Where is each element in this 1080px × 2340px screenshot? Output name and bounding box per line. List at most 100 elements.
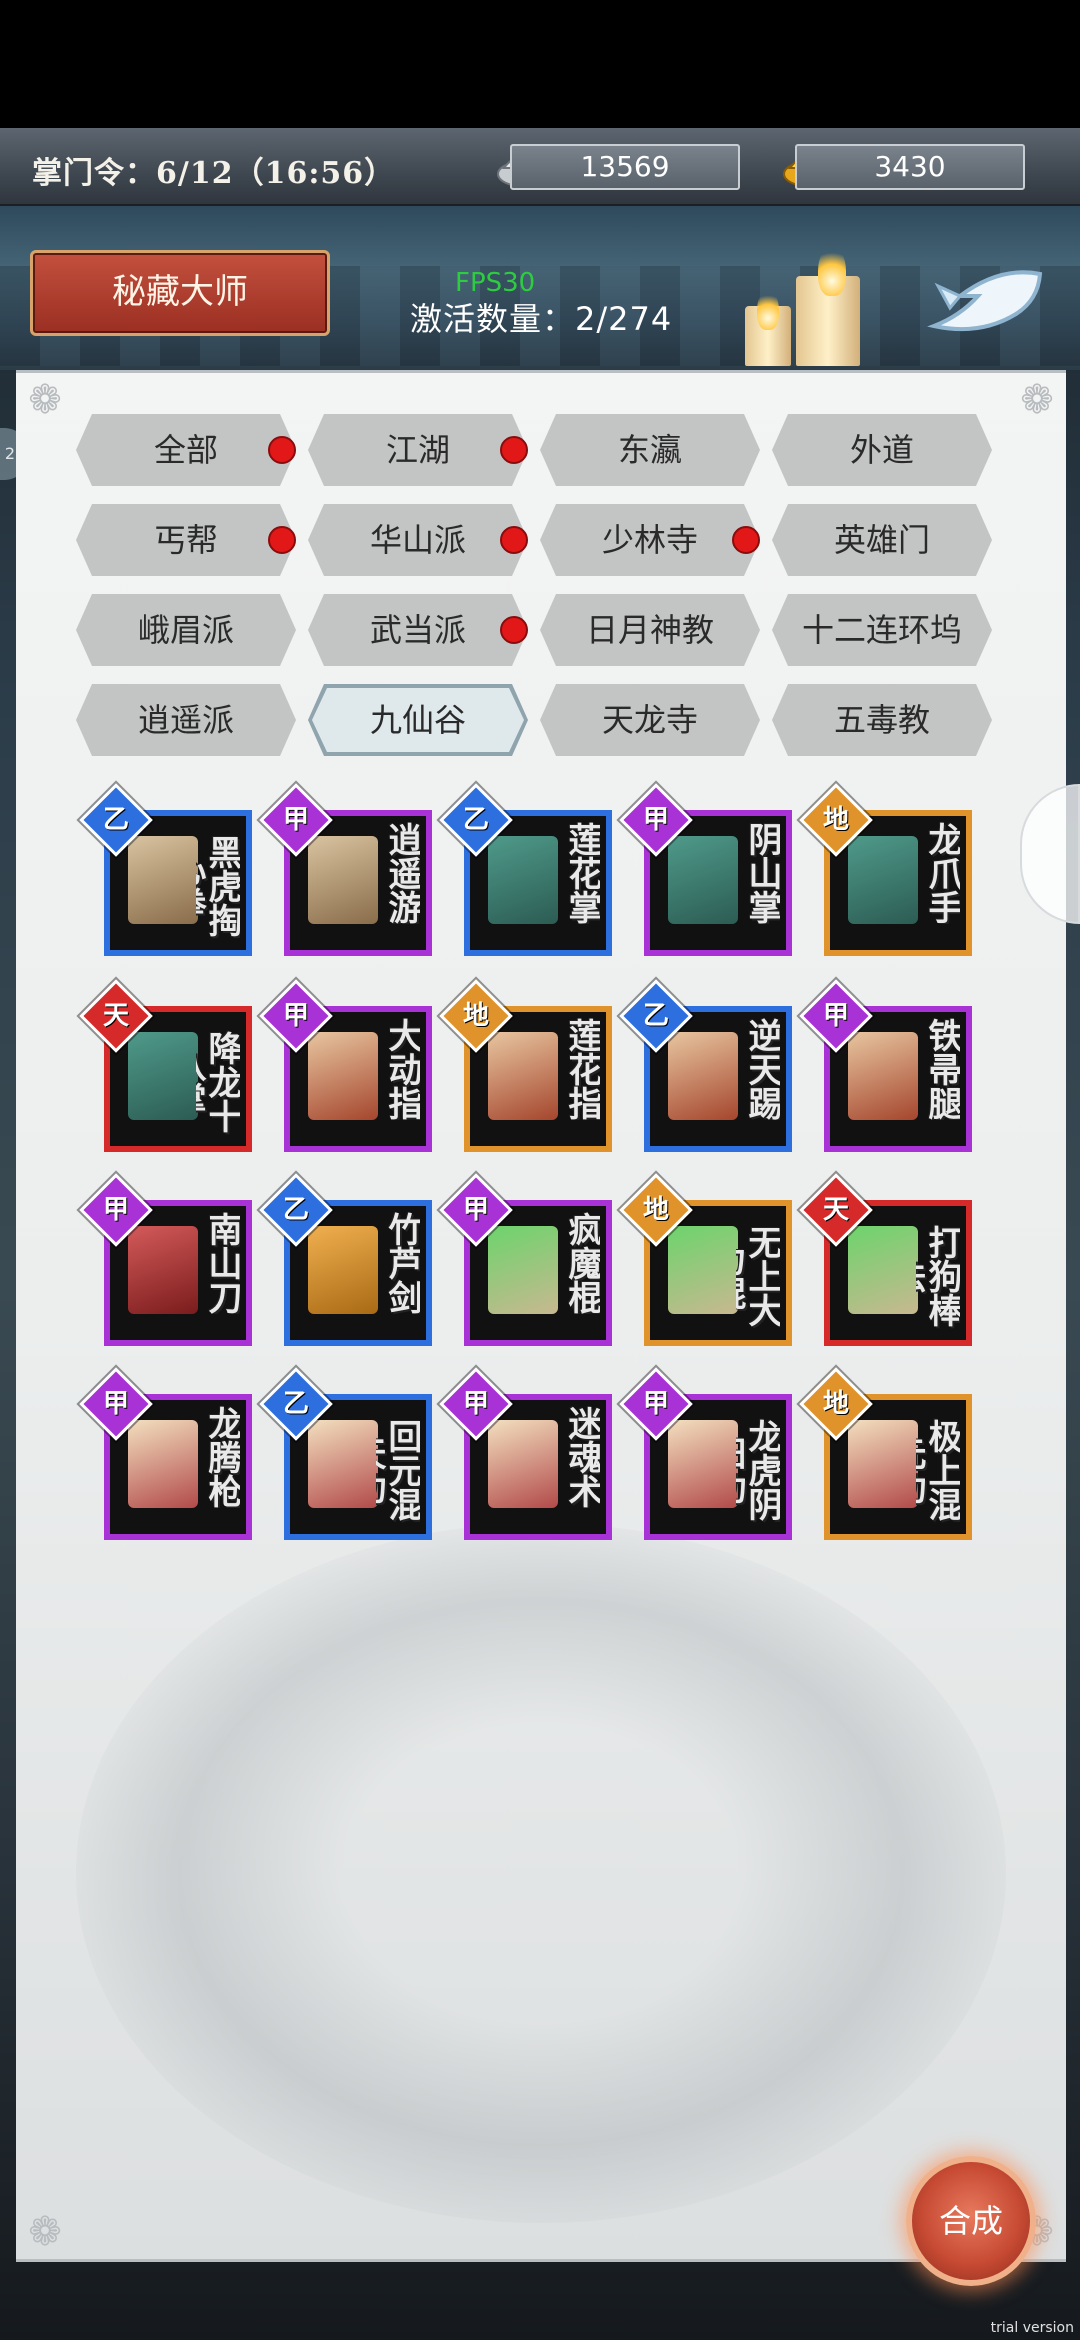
skill-card[interactable]: 龙爪手 地 xyxy=(799,783,972,956)
skill-card[interactable]: 莲花指 地 xyxy=(439,979,612,1152)
notification-dot-icon xyxy=(268,436,296,464)
status-row: 掌门令：6/12（16:56） 13569 3430 xyxy=(0,128,1080,206)
filter-tab[interactable]: 五毒教 xyxy=(772,684,992,756)
skill-name: 铁帚腿 xyxy=(922,1018,960,1120)
parchment-icon xyxy=(848,1420,918,1508)
filter-tab-label: 少林寺 xyxy=(601,521,698,559)
open-scroll-icon xyxy=(668,1032,738,1120)
skill-card[interactable]: 南山刀 甲 xyxy=(79,1173,252,1346)
skill-card[interactable]: 竹芦剑 乙 xyxy=(259,1173,432,1346)
filter-tab[interactable]: 日月神教 xyxy=(540,594,760,666)
grade-label: 地 xyxy=(462,1001,489,1031)
filter-tab-label: 逍遥派 xyxy=(137,701,234,739)
notification-dot-icon xyxy=(732,526,760,554)
open-scroll-icon xyxy=(308,1032,378,1120)
notification-dot-icon xyxy=(500,526,528,554)
skill-card[interactable]: 迷魂术 甲 xyxy=(439,1367,612,1540)
skill-name: 莲花指 xyxy=(562,1018,600,1120)
filter-tab-label: 日月神教 xyxy=(585,611,714,649)
filter-tab[interactable]: 少林寺 xyxy=(540,504,760,576)
back-arrow-icon[interactable] xyxy=(920,256,1050,346)
grade-label: 乙 xyxy=(282,1389,309,1419)
grade-label: 甲 xyxy=(102,1389,129,1419)
grade-label: 乙 xyxy=(642,1001,669,1031)
filter-tab[interactable]: 峨眉派 xyxy=(76,594,296,666)
scroll-icon xyxy=(128,836,198,924)
filter-tab-label: 全部 xyxy=(153,431,218,469)
skill-name: 龙腾枪 xyxy=(202,1406,240,1508)
filter-tab[interactable]: 东瀛 xyxy=(540,414,760,486)
filter-tab[interactable]: 十二连环坞 xyxy=(772,594,992,666)
trial-watermark: trial version xyxy=(990,2320,1074,2336)
grade-label: 天 xyxy=(102,1001,129,1031)
grade-label: 甲 xyxy=(282,805,309,835)
skill-card[interactable]: 龙虎阴阳功 甲 xyxy=(619,1367,792,1540)
skill-name: 无上大力棍 xyxy=(736,1225,780,1327)
filter-tab-label: 英雄门 xyxy=(833,521,930,559)
skill-card[interactable]: 莲花掌 乙 xyxy=(439,783,612,956)
filter-tab[interactable]: 天龙寺 xyxy=(540,684,760,756)
skill-card[interactable]: 大动指 甲 xyxy=(259,979,432,1152)
grade-label: 乙 xyxy=(282,1195,309,1225)
floor-pattern-decoration xyxy=(76,1523,1006,2223)
filter-tab[interactable]: 华山派 xyxy=(308,504,528,576)
skill-name: 龙爪手 xyxy=(922,822,960,924)
corner-ornament-icon: ❁ xyxy=(1020,377,1054,423)
filter-tab[interactable]: 外道 xyxy=(772,414,992,486)
grade-label: 地 xyxy=(822,1389,849,1419)
grade-label: 甲 xyxy=(102,1195,129,1225)
red-book-icon xyxy=(128,1226,198,1314)
grade-label: 地 xyxy=(822,805,849,835)
skill-card[interactable]: 逍遥游 甲 xyxy=(259,783,432,956)
grade-label: 地 xyxy=(642,1195,669,1225)
skill-card[interactable]: 无上大力棍 地 xyxy=(619,1173,792,1346)
grade-label: 甲 xyxy=(462,1195,489,1225)
filter-tab[interactable]: 全部 xyxy=(76,414,296,486)
book-icon xyxy=(668,836,738,924)
skill-name: 迷魂术 xyxy=(562,1406,600,1508)
skill-name: 大动指 xyxy=(382,1018,420,1120)
skill-name: 阴山掌 xyxy=(742,822,780,924)
parchment-icon xyxy=(668,1420,738,1508)
filter-tab-label: 九仙谷 xyxy=(312,688,524,752)
skill-card[interactable]: 疯魔棍 甲 xyxy=(439,1173,612,1346)
header-banner: 秘藏大师 FPS30 激活数量：2/274 xyxy=(0,206,1080,370)
skill-name: 黑虎掏心拳 xyxy=(196,835,240,937)
secret-master-title-button[interactable]: 秘藏大师 xyxy=(30,250,330,336)
filter-tab-label: 天龙寺 xyxy=(601,701,698,739)
skill-card[interactable]: 铁帚腿 甲 xyxy=(799,979,972,1152)
filter-tab-label: 江湖 xyxy=(385,431,450,469)
filter-tab-label: 东瀛 xyxy=(617,431,682,469)
filter-tab[interactable]: 丐帮 xyxy=(76,504,296,576)
skill-name: 逍遥游 xyxy=(382,822,420,924)
filter-tab[interactable]: 逍遥派 xyxy=(76,684,296,756)
skill-card[interactable]: 回元混天功 乙 xyxy=(259,1367,432,1540)
grade-label: 天 xyxy=(822,1195,849,1225)
scroll-icon xyxy=(308,836,378,924)
skill-card[interactable]: 龙腾枪 甲 xyxy=(79,1367,252,1540)
skill-card[interactable]: 黑虎掏心拳 乙 xyxy=(79,783,252,956)
filter-tab[interactable]: 英雄门 xyxy=(772,504,992,576)
filter-tab[interactable]: 九仙谷 xyxy=(308,684,528,756)
corner-ornament-icon: ❁ xyxy=(28,2209,62,2255)
open-scroll-icon xyxy=(848,1032,918,1120)
silver-amount: 13569 xyxy=(510,144,740,190)
filter-tab-label: 五毒教 xyxy=(833,701,930,739)
book-icon xyxy=(488,836,558,924)
skill-card[interactable]: 降龙十八掌 天 xyxy=(79,979,252,1152)
green-scroll-icon xyxy=(848,1226,918,1314)
skill-name: 竹芦剑 xyxy=(382,1212,420,1314)
skill-card[interactable]: 极上混元功 地 xyxy=(799,1367,972,1540)
skill-card[interactable]: 逆天踢 乙 xyxy=(619,979,792,1152)
skill-card[interactable]: 阴山掌 甲 xyxy=(619,783,792,956)
filter-tab[interactable]: 武当派 xyxy=(308,594,528,666)
open-scroll-icon xyxy=(488,1032,558,1120)
skill-card[interactable]: 打狗棒法 天 xyxy=(799,1173,972,1346)
combine-button[interactable]: 合成 xyxy=(906,2156,1036,2286)
master-order-text: 掌门令：6/12（16:56） xyxy=(32,156,396,191)
notification-dot-icon xyxy=(500,616,528,644)
filter-tab[interactable]: 江湖 xyxy=(308,414,528,486)
folder-icon xyxy=(308,1226,378,1314)
green-scroll-icon xyxy=(488,1226,558,1314)
notification-dot-icon xyxy=(500,436,528,464)
